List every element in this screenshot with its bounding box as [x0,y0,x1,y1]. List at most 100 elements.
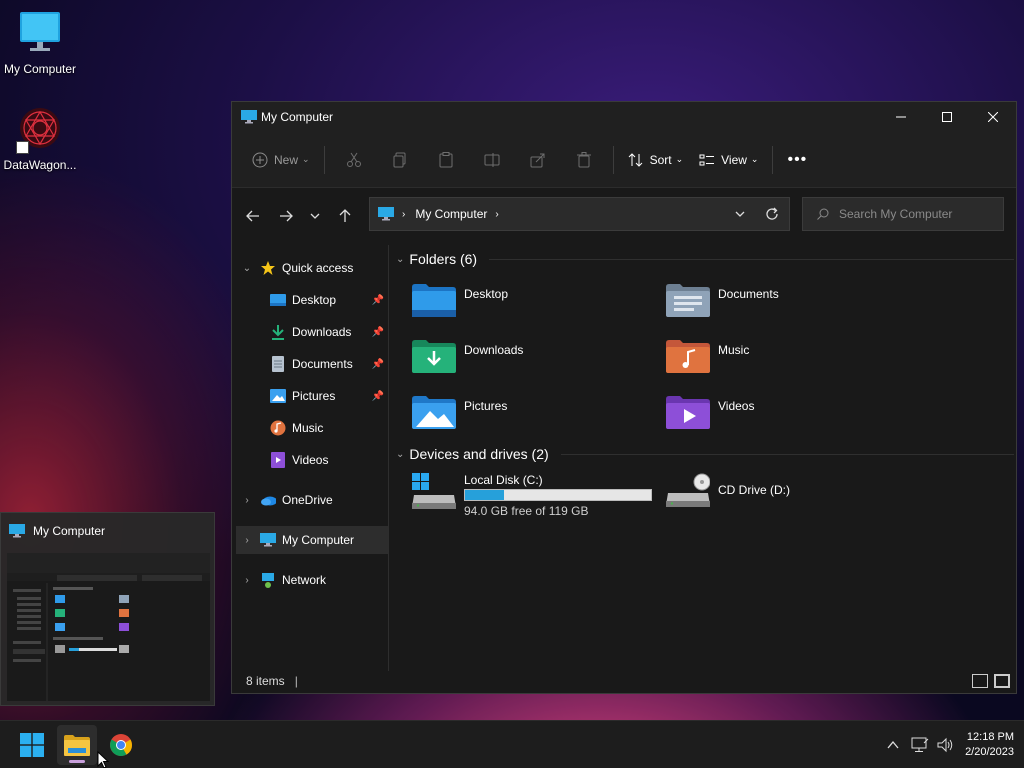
tile-label: CD Drive (D:) [718,483,790,497]
nav-item-documents[interactable]: Documents 📌 [270,350,388,378]
address-bar[interactable]: › My Computer › [369,197,790,231]
nav-my-computer[interactable]: › My Computer [236,526,388,554]
new-button[interactable]: New ⌄ [244,144,318,176]
desktop-icon-label: My Computer [3,62,77,76]
nav-label: Pictures [292,389,336,403]
folder-tile-desktop[interactable]: Desktop [412,283,508,319]
title-bar[interactable]: My Computer [232,102,1016,132]
share-button[interactable] [515,152,561,168]
network-icon [260,572,276,588]
maximize-button[interactable] [924,102,970,132]
nav-onedrive[interactable]: › OneDrive [240,486,332,514]
more-button[interactable]: ••• [779,144,815,176]
address-dropdown-button[interactable] [725,211,755,217]
disk-usage-fill [465,490,505,500]
thumbnail-window-preview [7,553,210,701]
chevron-right-icon: › [245,574,249,586]
folder-tile-downloads[interactable]: Downloads [412,339,523,375]
desktop-icon-my-computer[interactable]: My Computer [0,10,80,76]
tile-label: Documents [718,287,779,301]
nav-network[interactable]: › Network [240,566,326,594]
copy-button[interactable] [377,152,423,168]
sort-label: Sort [649,152,672,167]
chevron-down-icon: ⌄ [675,154,684,164]
network-status-button[interactable] [911,737,929,753]
music-icon [270,420,286,436]
large-icons-view-button[interactable] [994,674,1010,688]
downloads-folder-icon [412,339,456,375]
nav-label: Videos [292,453,329,467]
recent-locations-button[interactable] [302,200,328,232]
folder-tile-videos[interactable]: Videos [666,395,754,431]
system-tray: 12:18 PM 2/20/2023 [887,721,1014,768]
document-icon [270,356,286,372]
desktop-icon-datawagon[interactable]: DataWagon... [0,106,80,172]
arrow-left-icon [245,209,260,223]
forward-button[interactable] [269,200,302,232]
folder-tile-documents[interactable]: Documents [666,283,779,319]
close-button[interactable] [970,102,1016,132]
download-arrow-icon [270,324,286,340]
new-label: New [274,152,299,167]
toolbar-divider [772,145,774,174]
explorer-window: My Computer New ⌄ Sort ⌄ View ⌄ ••• › My… [231,101,1017,694]
nav-item-downloads[interactable]: Downloads 📌 [270,318,388,346]
rename-button[interactable] [469,152,515,168]
star-icon [260,260,276,276]
drives-group-header[interactable]: ⌄ Devices and drives (2) [396,446,1014,462]
delete-button[interactable] [561,151,607,168]
minimize-button[interactable] [878,102,924,132]
nav-quick-access[interactable]: ⌄ Quick access [240,254,353,282]
refresh-button[interactable] [755,207,789,221]
up-button[interactable] [328,200,361,232]
chevron-right-icon: › [245,494,249,506]
music-folder-icon [666,339,710,375]
refresh-icon [765,207,779,221]
monitor-icon [241,110,257,124]
maximize-icon [942,112,952,122]
volume-button[interactable] [937,737,955,753]
network-status-icon [911,737,929,753]
nav-item-desktop[interactable]: Desktop 📌 [270,286,388,314]
drive-tile-cd-drive-d[interactable]: CD Drive (D:) [666,473,790,509]
nav-item-pictures[interactable]: Pictures 📌 [270,382,388,410]
paste-icon [438,151,454,168]
search-input[interactable]: Search My Computer [802,197,1004,231]
pin-icon: 📌 [371,326,384,338]
tile-label: Pictures [464,399,508,413]
nav-item-videos[interactable]: Videos [270,446,388,474]
folder-tile-pictures[interactable]: Pictures [412,395,507,431]
view-button[interactable]: View ⌄ [691,144,766,176]
clock[interactable]: 12:18 PM 2/20/2023 [965,730,1014,760]
delete-icon [576,151,592,168]
pin-icon: 📌 [371,358,384,370]
mouse-cursor-icon [97,751,109,768]
chevron-down-icon: ⌄ [750,154,759,164]
show-hidden-icons-button[interactable] [887,741,899,749]
tile-label: Videos [718,399,755,413]
folder-tile-music[interactable]: Music [666,339,749,375]
window-title: My Computer [261,110,334,124]
view-label: View [721,152,747,167]
cd-drive-icon [666,473,710,509]
sort-button[interactable]: Sort ⌄ [620,144,692,176]
picture-icon [270,388,286,404]
pin-icon: 📌 [371,294,384,306]
details-view-button[interactable] [972,674,988,688]
start-button[interactable] [12,725,52,765]
taskbar-file-explorer[interactable] [57,725,97,765]
search-placeholder: Search My Computer [839,207,953,221]
tile-label: Music [718,343,750,357]
cut-icon [346,152,362,168]
drive-tile-local-disk-c[interactable]: Local Disk (C:) 94.0 GB free of 119 GB [412,473,652,518]
nav-item-music[interactable]: Music [270,414,388,442]
back-button[interactable] [236,200,269,232]
folders-group-header[interactable]: ⌄ Folders (6) [396,251,1014,267]
breadcrumb-segment[interactable]: My Computer [415,207,487,221]
taskbar-thumbnail-preview[interactable]: My Computer [0,512,215,706]
paste-button[interactable] [423,151,469,168]
command-bar: New ⌄ Sort ⌄ View ⌄ ••• [232,132,1016,188]
chevron-down-icon: ⌄ [302,154,310,164]
cut-button[interactable] [331,152,377,168]
nav-label: Network [282,573,327,587]
